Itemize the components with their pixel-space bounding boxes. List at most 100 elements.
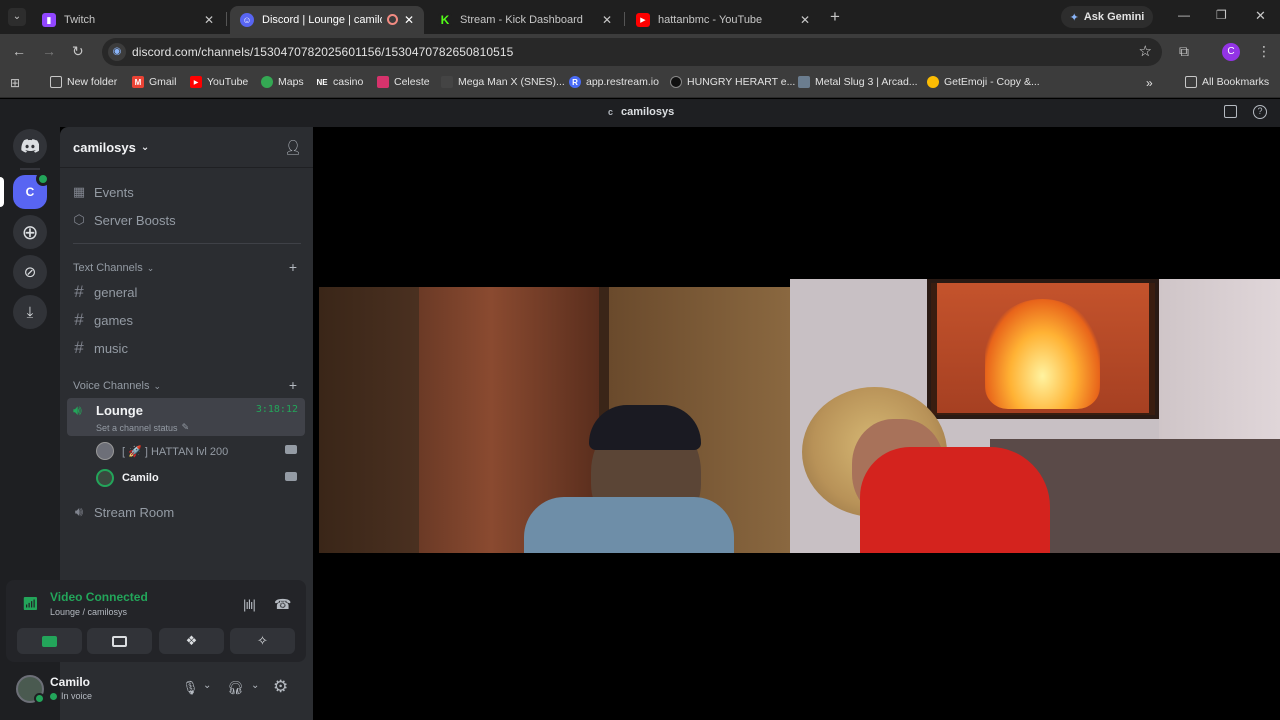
bookmark-gmail[interactable]: M Gmail: [132, 76, 176, 88]
gmail-icon: M: [132, 76, 144, 88]
chevron-down-icon: ⌄: [153, 380, 161, 391]
chrome-menu-icon[interactable]: ⋮: [1257, 43, 1271, 60]
tab-twitch[interactable]: ▮ Twitch ✕: [32, 6, 224, 34]
browser-toolbar: ← → ↻ ◉ discord.com/channels/15304707820…: [0, 34, 1280, 70]
twitch-icon: ▮: [42, 13, 56, 27]
category-text-channels[interactable]: Text Channels ⌄: [73, 262, 154, 274]
restore-window-button[interactable]: ❐: [1216, 8, 1227, 22]
bookmark-casino[interactable]: NE casino: [316, 76, 363, 88]
close-tab-icon[interactable]: ✕: [602, 13, 612, 27]
site-info-icon[interactable]: ◉: [108, 43, 126, 61]
invite-people-icon[interactable]: 👤︎: [284, 139, 302, 156]
close-tab-icon[interactable]: ✕: [204, 13, 214, 27]
emoji-icon: [927, 76, 939, 88]
server-header[interactable]: camilosys ⌄: [73, 140, 149, 155]
bookmark-getemoji[interactable]: GetEmoji - Copy &...: [927, 76, 1040, 88]
inbox-icon[interactable]: [1224, 105, 1237, 118]
help-icon[interactable]: ?: [1253, 105, 1267, 119]
camera-toggle-button[interactable]: [17, 628, 82, 654]
headphones-icon[interactable]: 🎧︎: [227, 680, 244, 696]
bookmark-megaman[interactable]: Mega Man X (SNES)...: [441, 76, 565, 88]
profile-avatar[interactable]: C: [1222, 43, 1240, 61]
user-settings-gear-icon[interactable]: ⚙: [273, 677, 288, 697]
all-bookmarks[interactable]: All Bookmarks: [1185, 76, 1269, 88]
voice-member-camilo[interactable]: Camilo: [96, 467, 305, 489]
bookmark-maps[interactable]: Maps: [261, 76, 304, 88]
more-bookmarks-icon[interactable]: »: [1146, 76, 1153, 90]
new-tab-button[interactable]: +: [830, 7, 840, 27]
speaker-icon: 🔊︎: [73, 402, 82, 418]
video-tile-camilo[interactable]: [790, 279, 1280, 553]
voice-channel-stream-room[interactable]: 🔊︎ Stream Room: [68, 499, 305, 525]
minimize-window-button[interactable]: —: [1178, 8, 1190, 22]
soundboard-icon: ✧: [257, 633, 268, 648]
channel-games[interactable]: # games: [68, 307, 305, 333]
channel-status-placeholder[interactable]: Set a channel status ✎: [96, 422, 189, 433]
channel-music[interactable]: # music: [68, 335, 305, 361]
screen-share-button[interactable]: [87, 628, 152, 654]
connection-location[interactable]: Lounge / camilosys: [50, 607, 127, 617]
soundboard-button[interactable]: ✧: [230, 628, 295, 654]
apps-grid-icon[interactable]: ⊞: [10, 76, 20, 90]
discover-button[interactable]: ⊘: [13, 255, 47, 289]
category-voice-channels[interactable]: Voice Channels ⌄: [73, 380, 161, 392]
voice-activity-badge: [36, 172, 50, 186]
tab-discord[interactable]: ☺ Discord | Lounge | camilosy ✕: [230, 6, 424, 34]
channel-general[interactable]: # general: [68, 279, 305, 305]
bookmark-youtube[interactable]: ▶ YouTube: [190, 76, 248, 88]
activities-button[interactable]: ❖: [159, 628, 224, 654]
disconnect-icon[interactable]: ☎︎: [274, 596, 291, 613]
speaker-mini-icon: [50, 692, 57, 700]
voice-channel-lounge[interactable]: 🔊︎ Lounge 3:18:12 Set a channel status ✎: [67, 398, 305, 436]
close-window-button[interactable]: ✕: [1255, 8, 1266, 24]
server-icon-camilosys[interactable]: C: [13, 172, 50, 209]
microphone-icon[interactable]: 🎙︎: [182, 680, 199, 696]
discord-title-bar: c camilosys ?: [0, 99, 1280, 127]
bookmark-metal-slug[interactable]: Metal Slug 3 | Arcad...: [798, 76, 918, 88]
metal-slug-icon: [798, 76, 810, 88]
bookmark-celeste[interactable]: Celeste: [377, 76, 430, 88]
extensions-icon[interactable]: ⧉: [1179, 43, 1189, 60]
download-apps-button[interactable]: ⤓: [13, 295, 47, 329]
reload-icon[interactable]: ↻: [72, 43, 84, 60]
close-tab-icon[interactable]: ✕: [404, 13, 414, 27]
youtube-icon: ▶: [190, 76, 202, 88]
browser-tab-strip: ⌄ ▮ Twitch ✕ ☺ Discord | Lounge | camilo…: [0, 0, 1280, 34]
user-panel: Camilo In voice 🎙︎ ⌄ 🎧︎ ⌄ ⚙: [6, 666, 306, 716]
username[interactable]: Camilo: [50, 675, 90, 689]
create-channel-icon[interactable]: +: [289, 259, 297, 275]
add-server-button[interactable]: ⊕: [13, 215, 47, 249]
video-tile-hattan[interactable]: [319, 287, 790, 553]
bookmark-new-folder[interactable]: New folder: [50, 76, 117, 88]
hungry-herart-icon: [670, 76, 682, 88]
connection-status[interactable]: Video Connected: [50, 590, 148, 604]
create-voice-channel-icon[interactable]: +: [289, 377, 297, 393]
server-boosts-item[interactable]: ⬡ Server Boosts: [68, 207, 305, 233]
gemini-icon: ✦: [1069, 11, 1079, 24]
tab-kick[interactable]: K Stream - Kick Dashboard ✕: [428, 6, 622, 34]
connection-signal-icon[interactable]: 📶︎: [22, 596, 39, 612]
bookmark-hungry-herart[interactable]: HUNGRY HERART e...: [670, 76, 795, 88]
voice-member-hattan[interactable]: [ 🚀 ] HATTAN lvl 200: [96, 440, 305, 462]
discord-logo-icon: [21, 139, 39, 153]
mic-options-chevron-icon[interactable]: ⌄: [203, 680, 211, 691]
direct-messages-button[interactable]: [13, 129, 47, 163]
discord-icon: ☺: [240, 13, 254, 27]
server-mini-icon: c: [608, 107, 614, 117]
bookmark-restream[interactable]: Rapp.restream.io: [569, 76, 659, 88]
address-bar[interactable]: ◉ discord.com/channels/15304707820256011…: [102, 38, 1162, 66]
tab-youtube[interactable]: ▶ hattanbmc - YouTube ✕: [626, 6, 820, 34]
bookmark-star-icon[interactable]: ☆: [1139, 42, 1152, 60]
hash-icon: #: [74, 338, 84, 357]
noise-suppression-icon[interactable]: |ılı|: [243, 597, 256, 612]
forward-icon[interactable]: →: [42, 43, 56, 59]
tab-search-button[interactable]: ⌄: [8, 8, 26, 26]
events-item[interactable]: ▦ Events: [68, 179, 305, 205]
ask-gemini-button[interactable]: ✦ Ask Gemini: [1061, 6, 1153, 28]
audio-options-chevron-icon[interactable]: ⌄: [251, 680, 259, 691]
close-tab-icon[interactable]: ✕: [800, 13, 810, 27]
user-avatar[interactable]: [16, 675, 45, 704]
back-icon[interactable]: ←: [12, 43, 26, 59]
fire-flames: [985, 299, 1100, 409]
url-text[interactable]: discord.com/channels/1530470782025601156…: [132, 45, 513, 59]
